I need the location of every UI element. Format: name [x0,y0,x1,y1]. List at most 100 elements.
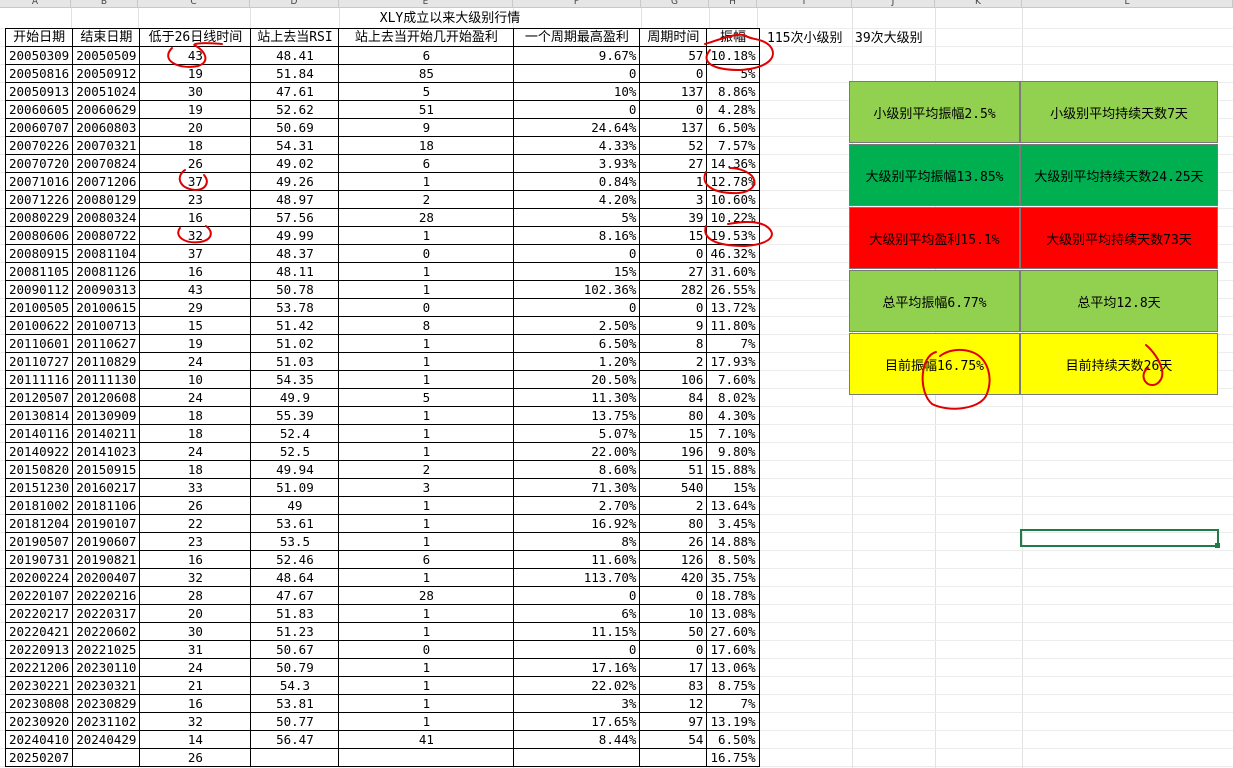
cell-max-profit[interactable]: 8.44% [513,730,641,749]
cell-start-date[interactable]: 20190731 [4,550,74,569]
summary-cell-right[interactable]: 目前持续天数26天 [1020,333,1218,395]
cell-period-days[interactable]: 15 [639,226,708,245]
cell-profit-start[interactable]: 1 [338,334,515,353]
cell-end-date[interactable]: 20190821 [72,550,141,569]
cell-max-profit[interactable]: 8.60% [513,460,641,479]
cell-end-date[interactable]: 20150915 [72,460,141,479]
cell-max-profit[interactable]: 15% [513,262,641,281]
summary-cell-right[interactable]: 小级别平均持续天数7天 [1020,81,1218,143]
cell-start-date[interactable]: 20220107 [4,586,74,605]
cell-end-date[interactable]: 20231102 [72,712,141,731]
cell-max-profit[interactable]: 22.00% [513,442,641,461]
cell-days-below-ma26[interactable]: 31 [139,640,252,659]
cell-end-date[interactable]: 20051024 [72,82,141,101]
cell-end-date[interactable]: 20221025 [72,640,141,659]
cell-period-days[interactable]: 420 [639,568,708,587]
cell-amplitude[interactable]: 17.60% [706,640,760,659]
cell-period-days[interactable]: 80 [639,514,708,533]
cell-profit-start[interactable]: 9 [338,118,515,137]
cell-rsi[interactable]: 55.39 [250,406,340,425]
header-start-date[interactable]: 开始日期 [4,28,74,47]
cell-days-below-ma26[interactable]: 26 [139,496,252,515]
cell-days-below-ma26[interactable]: 24 [139,442,252,461]
cell-profit-start[interactable]: 28 [338,586,515,605]
cell-amplitude[interactable]: 26.55% [706,280,760,299]
cell-profit-start[interactable]: 2 [338,460,515,479]
cell-period-days[interactable]: 50 [639,622,708,641]
cell-end-date[interactable]: 20100713 [72,316,141,335]
cell-profit-start[interactable]: 1 [338,370,515,389]
cell-days-below-ma26[interactable]: 18 [139,136,252,155]
cell-end-date[interactable]: 20080324 [72,208,141,227]
cell-max-profit[interactable]: 9.67% [513,46,641,65]
cell-end-date[interactable]: 20100615 [72,298,141,317]
cell-start-date[interactable]: 20060605 [4,100,74,119]
cell-profit-start[interactable]: 1 [338,568,515,587]
cell-rsi[interactable]: 51.03 [250,352,340,371]
cell-amplitude[interactable]: 7.57% [706,136,760,155]
cell-period-days[interactable]: 0 [639,586,708,605]
cell-end-date[interactable]: 20230321 [72,676,141,695]
cell-end-date[interactable]: 20050509 [72,46,141,65]
cell-start-date[interactable]: 20200224 [4,568,74,587]
cell-start-date[interactable]: 20060707 [4,118,74,137]
cell-max-profit[interactable]: 4.20% [513,190,641,209]
cell-max-profit[interactable]: 20.50% [513,370,641,389]
cell-rsi[interactable]: 49.02 [250,154,340,173]
cell-amplitude[interactable]: 14.88% [706,532,760,551]
summary-cell-right[interactable]: 大级别平均持续天数24.25天 [1020,144,1218,206]
cell-amplitude[interactable]: 7% [706,334,760,353]
cell-profit-start[interactable]: 5 [338,82,515,101]
cell-days-below-ma26[interactable]: 19 [139,334,252,353]
column-header-j[interactable]: J [852,0,935,8]
cell-max-profit[interactable]: 3% [513,694,641,713]
cell-period-days[interactable]: 540 [639,478,708,497]
cell-start-date[interactable]: 20050309 [4,46,74,65]
cell-max-profit[interactable]: 24.64% [513,118,641,137]
cell-period-days[interactable]: 54 [639,730,708,749]
cell-start-date[interactable]: 20240410 [4,730,74,749]
column-header-g[interactable]: G [641,0,709,8]
cell-days-below-ma26[interactable]: 16 [139,694,252,713]
cell-amplitude[interactable]: 27.60% [706,622,760,641]
summary-cell-left[interactable]: 大级别平均盈利15.1% [849,207,1020,269]
cell-profit-start[interactable]: 1 [338,172,515,191]
cell-days-below-ma26[interactable]: 30 [139,82,252,101]
cell-start-date[interactable]: 20080915 [4,244,74,263]
cell-period-days[interactable]: 0 [639,100,708,119]
cell-end-date[interactable]: 20081104 [72,244,141,263]
cell-days-below-ma26[interactable]: 16 [139,550,252,569]
cell-start-date[interactable]: 20220421 [4,622,74,641]
cell-max-profit[interactable]: 16.92% [513,514,641,533]
fill-handle[interactable] [1215,543,1220,548]
cell-max-profit[interactable]: 1.20% [513,352,641,371]
cell-amplitude[interactable]: 10.22% [706,208,760,227]
cell-profit-start[interactable]: 1 [338,532,515,551]
cell-end-date[interactable]: 20060803 [72,118,141,137]
cell-amplitude[interactable]: 46.32% [706,244,760,263]
cell-start-date[interactable]: 20050816 [4,64,74,83]
cell-start-date[interactable]: 20181204 [4,514,74,533]
cell-days-below-ma26[interactable]: 43 [139,46,252,65]
cell-start-date[interactable]: 20110601 [4,334,74,353]
cell-period-days[interactable]: 17 [639,658,708,677]
cell-profit-start[interactable]: 1 [338,694,515,713]
cell-amplitude[interactable]: 16.75% [706,748,760,767]
cell-profit-start[interactable]: 28 [338,208,515,227]
header-rsi[interactable]: 站上去当RSI [250,28,340,47]
cell-end-date[interactable]: 20240429 [72,730,141,749]
cell-days-below-ma26[interactable]: 23 [139,532,252,551]
cell-profit-start[interactable] [338,748,515,767]
cell-end-date[interactable] [72,748,141,767]
cell-period-days[interactable]: 1 [639,172,708,191]
cell-days-below-ma26[interactable]: 18 [139,424,252,443]
cell-period-days[interactable]: 106 [639,370,708,389]
cell-days-below-ma26[interactable]: 19 [139,100,252,119]
cell-start-date[interactable]: 20140116 [4,424,74,443]
cell-start-date[interactable]: 20130814 [4,406,74,425]
cell-end-date[interactable]: 20080129 [72,190,141,209]
cell-period-days[interactable]: 282 [639,280,708,299]
cell-days-below-ma26[interactable]: 23 [139,190,252,209]
cell-end-date[interactable]: 20160217 [72,478,141,497]
cell-start-date[interactable]: 20100505 [4,298,74,317]
